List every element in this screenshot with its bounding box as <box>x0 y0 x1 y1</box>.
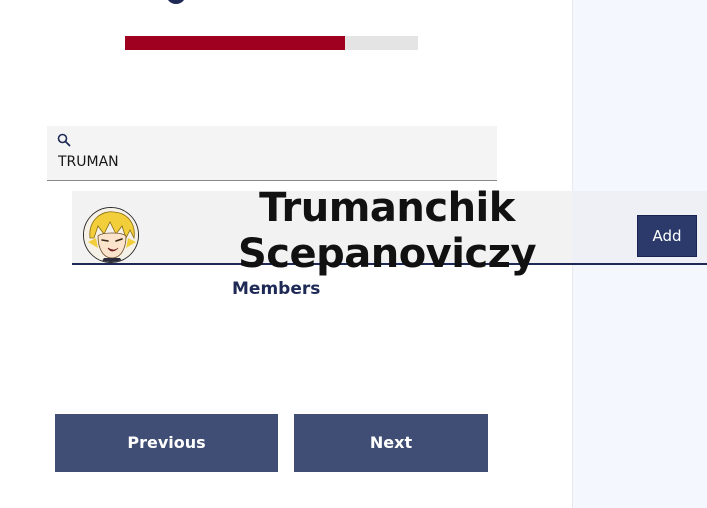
search-box[interactable] <box>47 126 497 181</box>
add-member-button[interactable]: Add <box>637 215 697 257</box>
page-title-fragment <box>166 0 186 4</box>
previous-button[interactable]: Previous <box>55 414 278 472</box>
search-icon <box>57 133 71 147</box>
search-input[interactable] <box>58 150 478 174</box>
progress-bar-fill <box>125 36 345 50</box>
member-result-row: Trumanchik Scepanoviczy Add <box>72 185 707 277</box>
member-name: Trumanchik Scepanoviczy <box>237 185 537 277</box>
members-heading: Members <box>232 279 321 299</box>
avatar <box>83 207 139 263</box>
progress-bar <box>125 36 418 50</box>
next-button[interactable]: Next <box>294 414 488 472</box>
